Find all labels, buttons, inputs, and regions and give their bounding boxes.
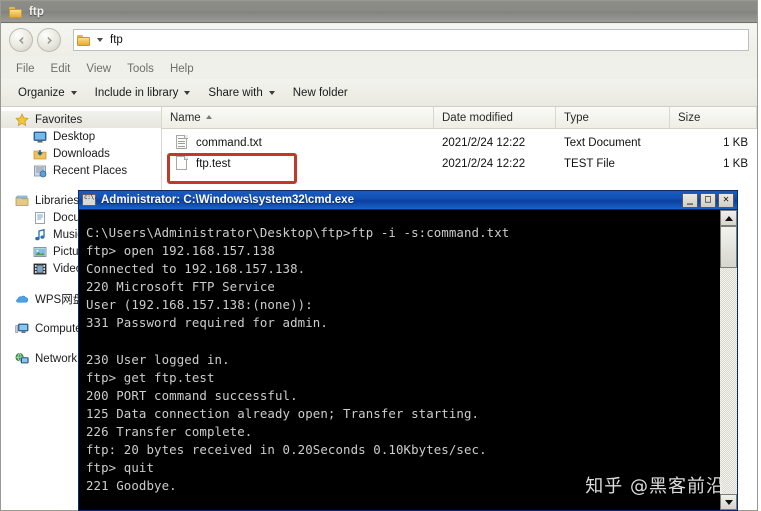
file-name: command.txt	[196, 136, 262, 149]
file-list-header: Name Date modified Type Size	[162, 107, 757, 129]
cmd-window-buttons: _ □ ✕	[682, 192, 737, 208]
star-icon	[15, 112, 29, 127]
sidebar-label: Desktop	[53, 130, 96, 143]
column-header-name[interactable]: Name	[162, 107, 434, 128]
explorer-command-bar: Organize Include in library Share with N…	[1, 79, 757, 107]
file-date-cell: 2021/2/24 12:22	[442, 157, 526, 170]
chevron-down-icon[interactable]	[97, 38, 103, 42]
console-scrollbar[interactable]	[719, 210, 737, 510]
explorer-title: ftp	[29, 5, 44, 18]
back-button[interactable]	[9, 28, 33, 52]
menu-tools[interactable]: Tools	[120, 61, 161, 77]
file-type-cell: TEST File	[564, 157, 615, 170]
file-type-cell: Text Document	[564, 136, 641, 149]
sidebar-label: Favorites	[35, 113, 83, 126]
sidebar-item-recent-places[interactable]: Recent Places	[1, 162, 161, 179]
sort-ascending-icon	[205, 115, 212, 119]
share-with-label: Share with	[208, 86, 263, 99]
new-folder-button[interactable]: New folder	[286, 84, 355, 102]
explorer-title-bar: ftp	[1, 1, 757, 23]
sidebar-label: WPS网盘	[35, 293, 85, 306]
scrollbar-thumb[interactable]	[720, 226, 737, 268]
sidebar-label: Network	[35, 352, 78, 365]
column-label: Size	[678, 111, 701, 124]
sidebar-label: Downloads	[53, 147, 110, 160]
address-text: ftp	[110, 34, 123, 46]
computer-icon	[15, 322, 29, 336]
scroll-down-arrow-icon	[724, 499, 733, 505]
menu-file[interactable]: File	[9, 61, 42, 77]
file-list-rows: command.txt 2021/2/24 12:22 Text Documen…	[162, 129, 757, 174]
file-date-cell: 2021/2/24 12:22	[442, 136, 526, 149]
menu-view[interactable]: View	[79, 61, 118, 77]
sidebar-item-desktop[interactable]: Desktop	[1, 128, 161, 145]
include-in-library-label: Include in library	[94, 86, 179, 99]
documents-icon	[33, 211, 47, 225]
text-document-icon	[176, 135, 189, 150]
scroll-up-arrow-icon	[724, 215, 733, 221]
explorer-address-row: ftp	[1, 24, 757, 56]
file-size-cell: 1 KB	[723, 136, 748, 149]
sidebar-label: Recent Places	[53, 164, 128, 177]
column-label: Name	[170, 111, 201, 124]
forward-arrow-icon	[47, 36, 52, 44]
minimize-button[interactable]: _	[682, 192, 698, 208]
column-label: Date modified	[442, 111, 513, 124]
column-header-size[interactable]: Size	[670, 107, 757, 128]
libraries-icon	[15, 194, 29, 208]
nav-group-favorites: Favorites Desktop Downloads Recent Place…	[1, 111, 161, 179]
network-icon	[15, 352, 29, 366]
maximize-button[interactable]: □	[700, 192, 716, 208]
watermark: 知乎 @黑客前沿	[585, 476, 725, 497]
sidebar-item-favorites[interactable]: Favorites	[1, 111, 161, 128]
cmd-console-icon	[82, 194, 97, 206]
cmd-title-bar[interactable]: Administrator: C:\Windows\system32\cmd.e…	[79, 191, 737, 210]
file-name-cell[interactable]: command.txt	[162, 135, 434, 150]
table-row[interactable]: ftp.test 2021/2/24 12:22 TEST File 1 KB	[162, 153, 757, 174]
sidebar-item-downloads[interactable]: Downloads	[1, 145, 161, 162]
command-prompt-window[interactable]: Administrator: C:\Windows\system32\cmd.e…	[78, 190, 738, 511]
column-label: Type	[564, 111, 589, 124]
sidebar-label: Libraries	[35, 194, 80, 207]
address-folder-icon	[77, 34, 91, 46]
menu-help[interactable]: Help	[163, 61, 201, 77]
scroll-up-button[interactable]	[720, 210, 737, 226]
videos-icon	[33, 262, 47, 276]
chevron-down-icon	[184, 90, 191, 95]
file-name: ftp.test	[196, 157, 231, 170]
new-folder-label: New folder	[292, 86, 348, 99]
console-output: C:\Users\Administrator\Desktop\ftp>ftp -…	[86, 225, 510, 494]
column-header-type[interactable]: Type	[556, 107, 670, 128]
share-with-button[interactable]: Share with	[201, 84, 281, 102]
table-row[interactable]: command.txt 2021/2/24 12:22 Text Documen…	[162, 132, 757, 153]
screen: ftp ftp File Edit View Tools Help Organi…	[0, 0, 761, 511]
music-icon	[33, 228, 47, 242]
organize-button[interactable]: Organize	[11, 84, 84, 102]
desktop-icon	[33, 130, 47, 144]
wps-cloud-icon	[15, 292, 29, 306]
close-button[interactable]: ✕	[718, 192, 734, 208]
chevron-down-icon	[268, 90, 275, 95]
file-size-cell: 1 KB	[723, 157, 748, 170]
cmd-console-area[interactable]: C:\Users\Administrator\Desktop\ftp>ftp -…	[79, 210, 737, 510]
pictures-icon	[33, 245, 47, 259]
column-header-date-modified[interactable]: Date modified	[434, 107, 556, 128]
generic-file-icon	[176, 156, 189, 171]
menu-edit[interactable]: Edit	[44, 61, 78, 77]
folder-icon	[9, 6, 23, 18]
cmd-title: Administrator: C:\Windows\system32\cmd.e…	[101, 194, 354, 206]
forward-button[interactable]	[37, 28, 61, 52]
chevron-down-icon	[70, 90, 77, 95]
recent-places-icon	[33, 164, 47, 178]
include-in-library-button[interactable]: Include in library	[88, 84, 198, 102]
file-name-cell[interactable]: ftp.test	[162, 156, 434, 171]
explorer-menu-bar: File Edit View Tools Help	[1, 58, 757, 79]
back-arrow-icon	[18, 36, 23, 44]
address-bar[interactable]: ftp	[73, 29, 749, 51]
organize-label: Organize	[18, 86, 65, 99]
downloads-icon	[33, 147, 47, 161]
